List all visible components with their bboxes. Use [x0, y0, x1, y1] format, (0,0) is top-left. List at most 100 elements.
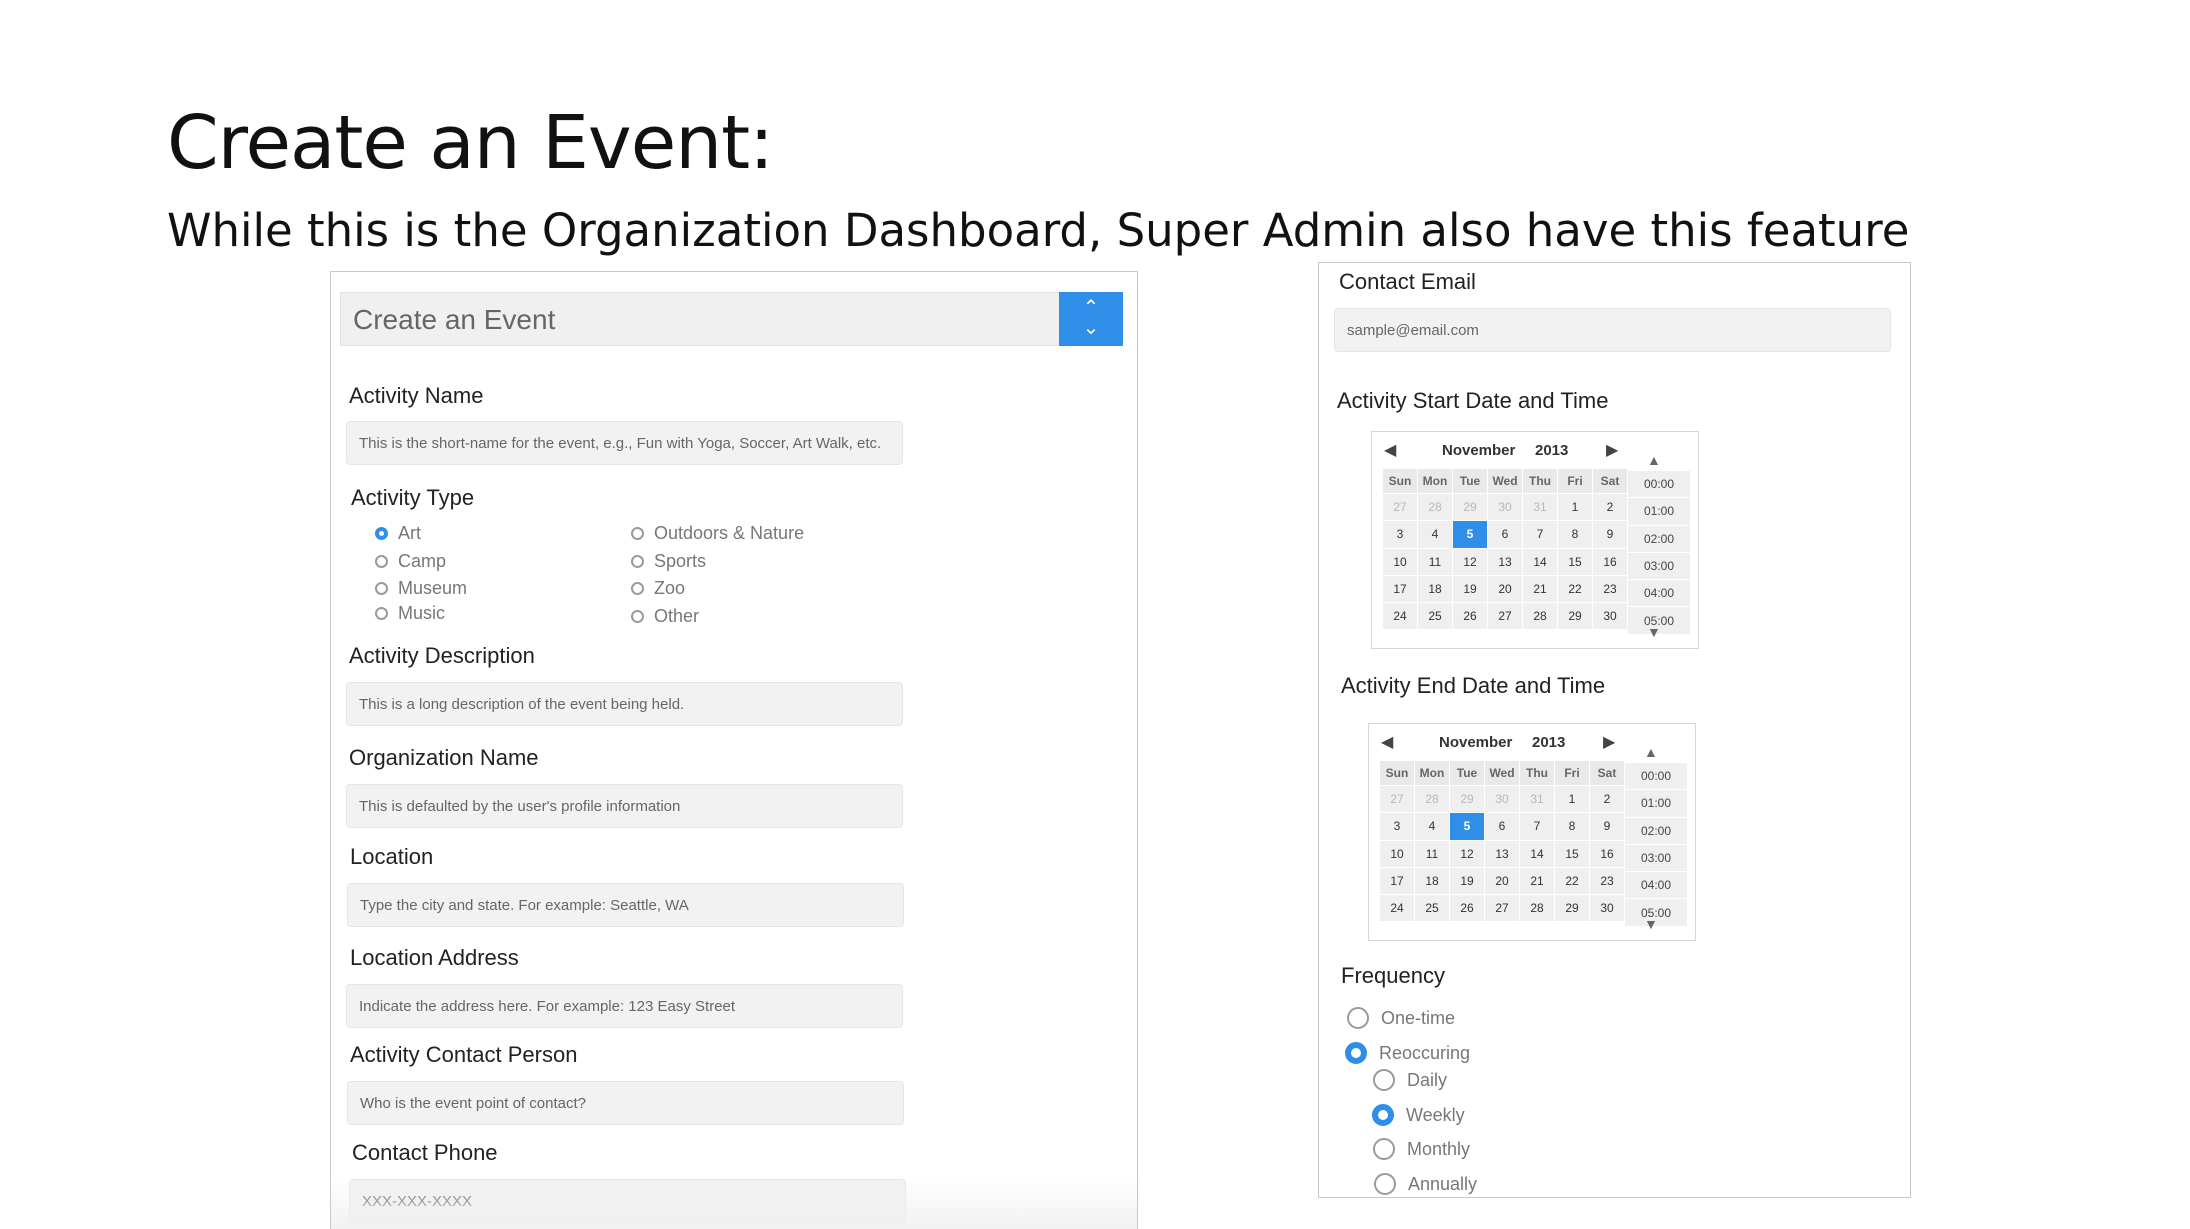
calendar-day-selected[interactable]: 5 — [1452, 520, 1488, 549]
calendar-day[interactable]: 10 — [1379, 839, 1415, 868]
calendar-day[interactable]: 27 — [1379, 784, 1415, 814]
calendar-day[interactable]: 24 — [1379, 894, 1415, 923]
calendar-day[interactable]: 6 — [1484, 812, 1520, 841]
calendar-day[interactable]: 8 — [1557, 520, 1593, 549]
calendar-day[interactable]: 30 — [1484, 784, 1520, 814]
calendar-day[interactable]: 24 — [1382, 602, 1418, 631]
calendar-day[interactable]: 19 — [1449, 866, 1485, 896]
calendar-day[interactable]: 29 — [1452, 492, 1488, 522]
calendar-day[interactable]: 25 — [1417, 602, 1453, 631]
time-slot[interactable]: 03:00 — [1624, 843, 1688, 873]
calendar-day[interactable]: 27 — [1382, 492, 1418, 522]
calendar-day[interactable]: 1 — [1554, 784, 1590, 814]
calendar-day[interactable]: 4 — [1417, 520, 1453, 549]
calendar-day[interactable]: 22 — [1557, 574, 1593, 604]
collapse-toggle-button[interactable]: ⌃ ⌄ — [1059, 292, 1123, 346]
calendar-day[interactable]: 17 — [1382, 574, 1418, 604]
calendar-day[interactable]: 31 — [1522, 492, 1558, 522]
activity-description-input[interactable] — [346, 682, 903, 726]
calendar-day[interactable]: 18 — [1414, 866, 1450, 896]
time-slot[interactable]: 01:00 — [1624, 789, 1688, 818]
calendar-day-selected[interactable]: 5 — [1449, 812, 1485, 841]
calendar-day[interactable]: 16 — [1589, 839, 1625, 868]
time-slot[interactable]: 04:00 — [1624, 871, 1688, 900]
calendar-day[interactable]: 4 — [1414, 812, 1450, 841]
calendar-day[interactable]: 28 — [1417, 492, 1453, 522]
scroll-up-icon[interactable]: ▲ — [1644, 744, 1658, 760]
calendar-day[interactable]: 2 — [1589, 784, 1625, 814]
calendar-day[interactable]: 23 — [1592, 574, 1628, 604]
calendar-day[interactable]: 20 — [1487, 574, 1523, 604]
calendar-day[interactable]: 13 — [1487, 547, 1523, 576]
activity-type-option-camp[interactable]: Camp — [375, 551, 446, 572]
calendar-day[interactable]: 19 — [1452, 574, 1488, 604]
activity-type-option-zoo[interactable]: Zoo — [631, 578, 685, 599]
calendar-day[interactable]: 8 — [1554, 812, 1590, 841]
calendar-day[interactable]: 26 — [1452, 602, 1488, 631]
calendar-day[interactable]: 28 — [1414, 784, 1450, 814]
calendar-day[interactable]: 7 — [1519, 812, 1555, 841]
calendar-day[interactable]: 21 — [1519, 866, 1555, 896]
frequency-option-one-time[interactable]: One-time — [1347, 1007, 1455, 1029]
organization-name-input[interactable] — [346, 784, 903, 828]
calendar-day[interactable]: 29 — [1554, 894, 1590, 923]
contact-email-input[interactable] — [1334, 308, 1891, 352]
calendar-day[interactable]: 21 — [1522, 574, 1558, 604]
time-slot[interactable]: 00:00 — [1624, 761, 1688, 791]
calendar-day[interactable]: 30 — [1487, 492, 1523, 522]
activity-type-option-museum[interactable]: Museum — [375, 578, 467, 599]
time-slot[interactable]: 04:00 — [1627, 579, 1691, 608]
calendar-day[interactable]: 9 — [1592, 520, 1628, 549]
calendar-day[interactable]: 29 — [1449, 784, 1485, 814]
next-month-icon[interactable]: ▶ — [1606, 440, 1618, 460]
calendar-day[interactable]: 2 — [1592, 492, 1628, 522]
calendar-day[interactable]: 13 — [1484, 839, 1520, 868]
calendar-day[interactable]: 28 — [1519, 894, 1555, 923]
frequency-option-reoccuring[interactable]: Reoccuring — [1345, 1042, 1470, 1064]
calendar-day[interactable]: 15 — [1557, 547, 1593, 576]
time-slot[interactable]: 01:00 — [1627, 497, 1691, 526]
scroll-down-icon[interactable]: ▼ — [1647, 624, 1661, 640]
activity-type-option-music[interactable]: Music — [375, 603, 445, 624]
activity-type-option-other[interactable]: Other — [631, 606, 699, 627]
calendar-day[interactable]: 14 — [1522, 547, 1558, 576]
calendar-day[interactable]: 14 — [1519, 839, 1555, 868]
activity-name-input[interactable] — [346, 421, 903, 465]
next-month-icon[interactable]: ▶ — [1603, 732, 1615, 752]
scroll-up-icon[interactable]: ▲ — [1647, 452, 1661, 468]
calendar-day[interactable]: 9 — [1589, 812, 1625, 841]
calendar-day[interactable]: 12 — [1449, 839, 1485, 868]
activity-type-option-sports[interactable]: Sports — [631, 551, 706, 572]
calendar-day[interactable]: 30 — [1589, 894, 1625, 923]
calendar-day[interactable]: 12 — [1452, 547, 1488, 576]
calendar-day[interactable]: 16 — [1592, 547, 1628, 576]
calendar-day[interactable]: 3 — [1379, 812, 1415, 841]
calendar-day[interactable]: 29 — [1557, 602, 1593, 631]
time-slot[interactable]: 02:00 — [1627, 524, 1691, 553]
calendar-day[interactable]: 7 — [1522, 520, 1558, 549]
calendar-day[interactable]: 31 — [1519, 784, 1555, 814]
calendar-day[interactable]: 15 — [1554, 839, 1590, 868]
time-slot[interactable]: 02:00 — [1624, 816, 1688, 845]
calendar-day[interactable]: 20 — [1484, 866, 1520, 896]
time-slot[interactable]: 03:00 — [1627, 551, 1691, 581]
time-slot[interactable]: 00:00 — [1627, 469, 1691, 499]
calendar-day[interactable]: 27 — [1484, 894, 1520, 923]
frequency-option-monthly[interactable]: Monthly — [1373, 1138, 1470, 1160]
calendar-day[interactable]: 10 — [1382, 547, 1418, 576]
calendar-day[interactable]: 23 — [1589, 866, 1625, 896]
calendar-day[interactable]: 6 — [1487, 520, 1523, 549]
frequency-option-weekly[interactable]: Weekly — [1372, 1104, 1465, 1126]
location-address-input[interactable] — [346, 984, 903, 1028]
calendar-day[interactable]: 1 — [1557, 492, 1593, 522]
calendar-day[interactable]: 28 — [1522, 602, 1558, 631]
calendar-day[interactable]: 25 — [1414, 894, 1450, 923]
frequency-option-annually[interactable]: Annually — [1374, 1173, 1477, 1195]
calendar-day[interactable]: 27 — [1487, 602, 1523, 631]
frequency-option-daily[interactable]: Daily — [1373, 1069, 1447, 1091]
calendar-day[interactable]: 26 — [1449, 894, 1485, 923]
calendar-day[interactable]: 18 — [1417, 574, 1453, 604]
contact-person-input[interactable] — [347, 1081, 904, 1125]
location-input[interactable] — [347, 883, 904, 927]
calendar-day[interactable]: 11 — [1414, 839, 1450, 868]
